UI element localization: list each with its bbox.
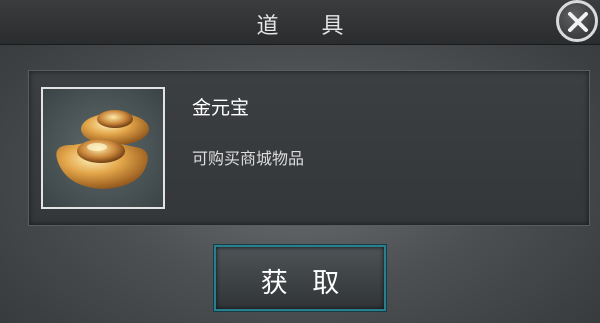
close-icon xyxy=(568,12,588,32)
close-button[interactable] xyxy=(556,0,598,42)
item-icon-frame xyxy=(41,87,165,209)
dialog-titlebar: 道 具 xyxy=(0,0,600,45)
item-name: 金元宝 xyxy=(192,97,250,119)
obtain-button[interactable]: 获 取 xyxy=(214,245,386,311)
obtain-button-label: 获 取 xyxy=(260,268,348,299)
item-description: 可购买商城物品 xyxy=(192,149,305,168)
item-detail-panel: 金元宝 可购买商城物品 xyxy=(28,70,590,226)
gold-ingot-icon xyxy=(56,110,149,189)
dialog-title: 道 具 xyxy=(256,14,362,39)
item-dialog: 道 具 金元宝 可购买商城物品 获 取 xyxy=(0,0,600,323)
